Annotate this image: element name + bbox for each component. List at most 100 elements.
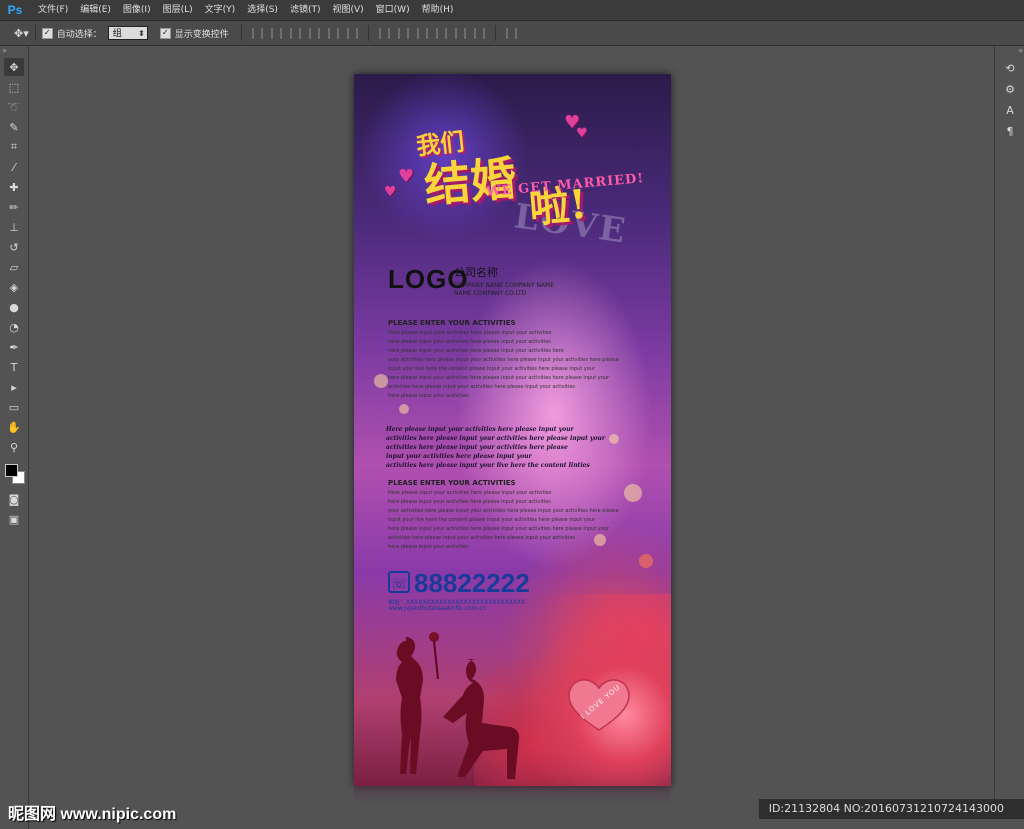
align-top-icon[interactable] — [251, 27, 263, 39]
script-text-line: input your activities here please input … — [386, 453, 532, 460]
screen-mode-icon[interactable]: ▣ — [4, 510, 24, 528]
menu-edit[interactable]: 编辑(E) — [74, 0, 117, 20]
heart-icon: ♥ — [384, 184, 397, 200]
section2-line: Here please input your activities here p… — [388, 490, 552, 496]
document-canvas[interactable]: ♥ ♥ ♥ ♥ LOVE 我们 结婚 啦! WE GET MARRIED! LO… — [29, 46, 994, 806]
bokeh-light — [594, 534, 606, 546]
poster-artwork[interactable]: ♥ ♥ ♥ ♥ LOVE 我们 结婚 啦! WE GET MARRIED! LO… — [354, 74, 671, 786]
properties-panel-icon[interactable]: ⚙ — [999, 80, 1021, 98]
align-vcenter-icon[interactable] — [270, 27, 282, 39]
align-left-icon[interactable] — [308, 27, 320, 39]
section2-line: here please input your activities — [388, 544, 469, 550]
distribute-vcenter-icon[interactable] — [397, 27, 409, 39]
rectangle-tool-icon[interactable]: ▭ — [4, 398, 24, 416]
tools-panel: » ✥ ⬚ ➰ ✎ ⌗ ⁄ ✚ ✏ ⊥ ↺ ▱ ◈ ● ◔ ✒ T ▸ ▭ ✋ … — [0, 46, 29, 829]
tool-preset-picker[interactable]: ✥▾ — [14, 27, 29, 40]
align-bottom-icon[interactable] — [289, 27, 301, 39]
section2-line: activities here please input your activi… — [388, 535, 576, 541]
crop-tool-icon[interactable]: ⌗ — [4, 138, 24, 156]
quick-mask-icon[interactable]: ◙ — [4, 490, 24, 508]
menu-layer[interactable]: 图层(L) — [157, 0, 199, 20]
bokeh-light — [399, 404, 409, 414]
distribute-top-icon[interactable] — [378, 27, 390, 39]
hand-tool-icon[interactable]: ✋ — [4, 418, 24, 436]
couple-silhouette — [396, 632, 520, 779]
character-panel-icon[interactable]: A — [999, 101, 1021, 119]
auto-align-icon[interactable] — [505, 27, 517, 39]
align-hcenter-icon[interactable] — [327, 27, 339, 39]
menu-window[interactable]: 窗口(W) — [370, 0, 416, 20]
poster-title-part2: 结婚 — [422, 151, 519, 213]
section2-line: your activities here please input your a… — [388, 508, 619, 514]
menu-help[interactable]: 帮助(H) — [416, 0, 460, 20]
right-dock: « ⟲ ⚙ A ¶ — [994, 46, 1024, 806]
section2-heading: PLEASE ENTER YOUR ACTIVITIES — [388, 479, 516, 487]
move-tool-icon[interactable]: ✥ — [4, 58, 24, 76]
dock-collapse-icon[interactable]: « — [995, 46, 1024, 56]
bokeh-light — [639, 554, 653, 568]
blur-tool-icon[interactable]: ● — [4, 298, 24, 316]
path-select-tool-icon[interactable]: ▸ — [4, 378, 24, 396]
watermark-id: ID:21132804 NO:20160731210724143000 — [758, 799, 1024, 819]
section2-line: here please input your activities here p… — [388, 526, 610, 532]
section1-line: activities here please input your activi… — [388, 384, 576, 390]
clone-stamp-tool-icon[interactable]: ⊥ — [4, 218, 24, 236]
zoom-tool-icon[interactable]: ⚲ — [4, 438, 24, 456]
section1-line: input your live here the content please … — [388, 366, 595, 372]
divider — [367, 25, 369, 41]
menu-type[interactable]: 文字(Y) — [199, 0, 242, 20]
menu-image[interactable]: 图像(I) — [117, 0, 157, 20]
auto-select-label: 自动选择： — [56, 29, 102, 40]
section1-line: here please input your activities here p… — [388, 375, 610, 381]
dodge-tool-icon[interactable]: ◔ — [4, 318, 24, 336]
distribute-left-icon[interactable] — [435, 27, 447, 39]
divider — [494, 25, 496, 41]
company-name-cn: 公司名称 — [454, 266, 498, 279]
paint-bucket-tool-icon[interactable]: ◈ — [4, 278, 24, 296]
align-right-icon[interactable] — [346, 27, 358, 39]
history-brush-tool-icon[interactable]: ↺ — [4, 238, 24, 256]
menu-select[interactable]: 选择(S) — [241, 0, 284, 20]
quick-select-tool-icon[interactable]: ✎ — [4, 118, 24, 136]
show-transform-label: 显示变换控件 — [174, 29, 229, 40]
section2-line: input your live here the content please … — [388, 517, 595, 523]
menu-file[interactable]: 文件(F) — [32, 0, 74, 20]
bokeh-light — [374, 374, 388, 388]
type-tool-icon[interactable]: T — [4, 358, 24, 376]
healing-brush-tool-icon[interactable]: ✚ — [4, 178, 24, 196]
eraser-tool-icon[interactable]: ▱ — [4, 258, 24, 276]
bokeh-light — [624, 484, 642, 502]
heart-icon: ♥ — [398, 166, 415, 187]
website-text: www.jvjskdhsfaksaakhfik.com.cn — [388, 605, 487, 612]
auto-select-checkbox[interactable]: ✓ — [41, 27, 53, 39]
distribute-bottom-icon[interactable] — [416, 27, 428, 39]
menu-filter[interactable]: 滤镜(T) — [284, 0, 327, 20]
bokeh-light — [609, 434, 619, 444]
heart-icon: ♥ — [576, 126, 588, 141]
menu-view[interactable]: 视图(V) — [326, 0, 369, 20]
divider — [34, 25, 36, 41]
show-transform-checkbox[interactable]: ✓ — [159, 27, 171, 39]
paragraph-panel-icon[interactable]: ¶ — [999, 122, 1021, 140]
options-bar: ✥▾ ✓ 自动选择： 组 ✓ 显示变换控件 — [0, 21, 1024, 46]
phone-icon: ☏ — [388, 571, 410, 593]
company-name-en-line1: COMPANY NAME COMPANY NAME — [454, 282, 555, 289]
photoshop-logo: Ps — [7, 3, 23, 17]
eyedropper-tool-icon[interactable]: ⁄ — [4, 158, 24, 176]
lasso-tool-icon[interactable]: ➰ — [4, 98, 24, 116]
pen-tool-icon[interactable]: ✒ — [4, 338, 24, 356]
marquee-tool-icon[interactable]: ⬚ — [4, 78, 24, 96]
auto-select-dropdown[interactable]: 组 — [107, 26, 148, 41]
foreground-color-swatch[interactable] — [5, 464, 18, 477]
brush-tool-icon[interactable]: ✏ — [4, 198, 24, 216]
color-swatches[interactable] — [3, 462, 25, 484]
watermark-site: 昵图网 www.nipic.com — [8, 806, 177, 823]
history-panel-icon[interactable]: ⟲ — [999, 59, 1021, 77]
panel-collapse-icon[interactable]: » — [0, 46, 28, 56]
distribute-right-icon[interactable] — [473, 27, 485, 39]
section1-line: Here please input your activities here p… — [388, 330, 552, 336]
poster-reflection — [354, 786, 671, 806]
distribute-hcenter-icon[interactable] — [454, 27, 466, 39]
section2-line: here please input your activities here p… — [388, 499, 551, 505]
script-text-line: activities here please input your live h… — [386, 462, 590, 469]
